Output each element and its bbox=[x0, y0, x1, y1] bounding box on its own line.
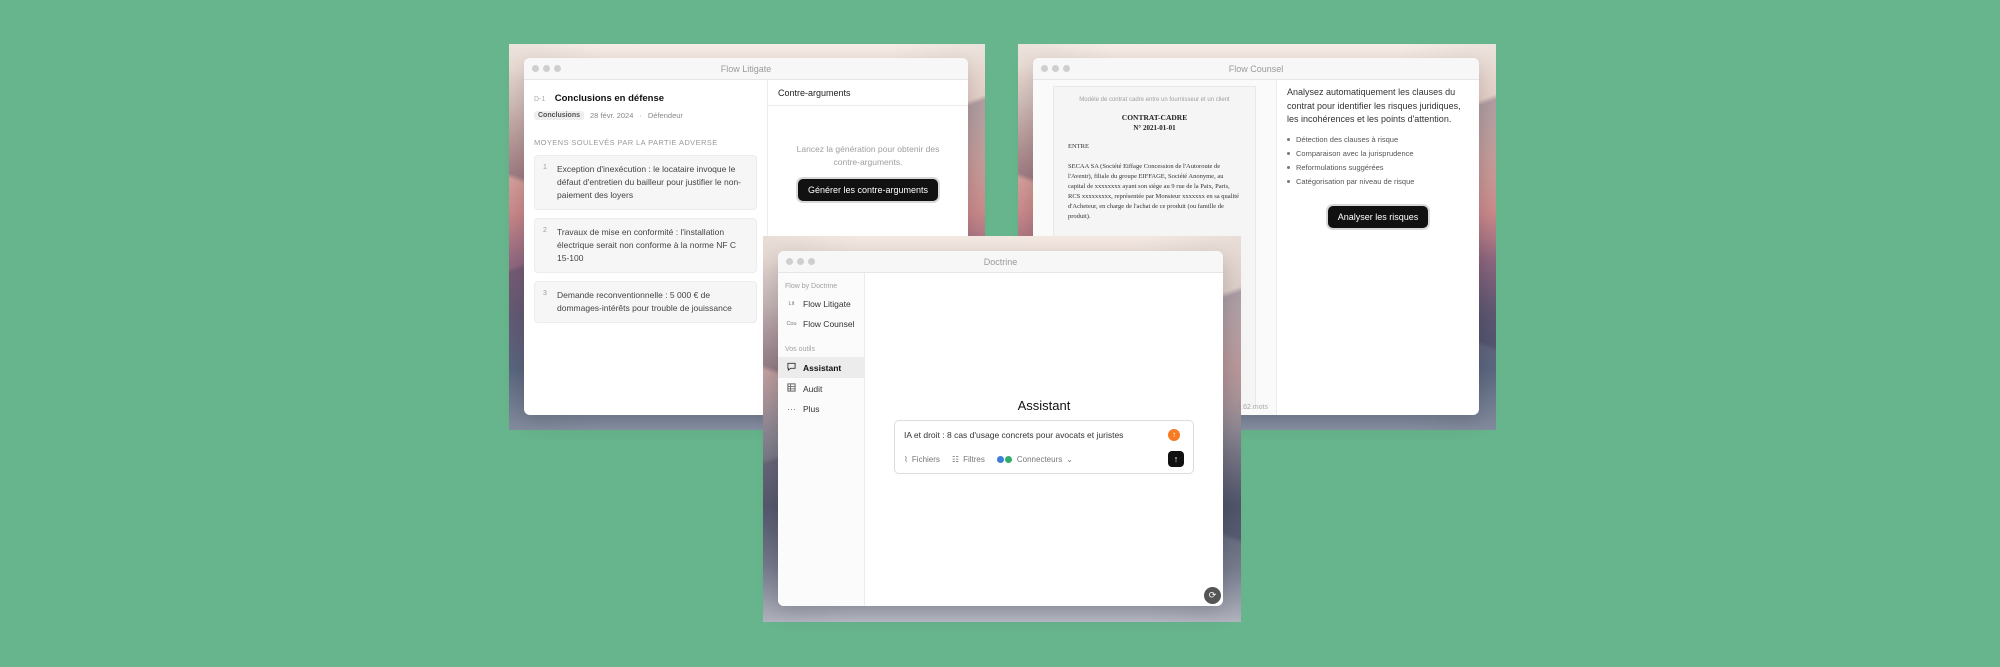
sidebar-item-assistant[interactable]: Assistant bbox=[778, 357, 864, 378]
titlebar: Flow Counsel bbox=[1033, 58, 1479, 80]
doc-tag: Conclusions bbox=[534, 111, 585, 120]
titlebar: Doctrine bbox=[778, 251, 1223, 273]
argument-text: Exception d'inexécution : le locataire i… bbox=[557, 164, 742, 200]
window-controls[interactable] bbox=[778, 258, 815, 265]
minimize-dot[interactable] bbox=[1052, 65, 1059, 72]
more-icon: ··· bbox=[787, 404, 796, 414]
sidebar-item-label: Plus bbox=[803, 404, 820, 414]
argument-card[interactable]: 1 Exception d'inexécution : le locataire… bbox=[534, 155, 757, 210]
bullet-icon bbox=[1287, 165, 1290, 169]
suggestion-badge-icon[interactable]: ↑ bbox=[1168, 429, 1180, 441]
separator: · bbox=[639, 111, 642, 120]
section-title: MOYENS SOULEVÉS PAR LA PARTIE ADVERSE bbox=[534, 138, 718, 147]
panel-title: Contre-arguments bbox=[768, 80, 968, 106]
close-dot[interactable] bbox=[786, 258, 793, 265]
contract-subtitle: Modèle de contrat cadre entre un fournis… bbox=[1079, 97, 1230, 103]
sidebar-section-flow: Flow by Doctrine bbox=[785, 283, 838, 290]
sidebar-item-label: Flow Litigate bbox=[803, 299, 851, 309]
feature-label: Détection des clauses à risque bbox=[1296, 134, 1399, 144]
chat-icon bbox=[786, 362, 797, 373]
feature-label: Catégorisation par niveau de risque bbox=[1296, 176, 1415, 186]
argument-text: Travaux de mise en conformité : l'instal… bbox=[557, 227, 737, 263]
feature-item: Catégorisation par niveau de risque bbox=[1287, 177, 1469, 186]
feature-item: Comparaison avec la jurisprudence bbox=[1287, 149, 1469, 158]
litigate-badge-icon: Lit bbox=[788, 301, 795, 307]
prompt-input[interactable]: IA et droit : 8 cas d'usage concrets pou… bbox=[904, 430, 1123, 440]
connectors-label: Connecteurs bbox=[1016, 455, 1063, 464]
close-dot[interactable] bbox=[532, 65, 539, 72]
generate-counter-arguments-button[interactable]: Générer les contre-arguments bbox=[797, 179, 939, 201]
doc-role: Défendeur bbox=[647, 111, 683, 120]
connectors-button[interactable]: Connecteurs ⌄ bbox=[996, 455, 1073, 464]
argument-number: 2 bbox=[543, 227, 547, 234]
doc-id: D-1 bbox=[534, 96, 546, 103]
sidebar: Flow by Doctrine Lit Flow Litigate Cou F… bbox=[778, 273, 865, 606]
word-count: 62 mots bbox=[1243, 404, 1268, 411]
empty-hint: Lancez la génération pour obtenir des co… bbox=[796, 144, 940, 167]
feature-item: Détection des clauses à risque bbox=[1287, 135, 1469, 144]
contract-number: N° 2021-01-01 bbox=[1133, 124, 1176, 132]
bullet-icon bbox=[1287, 137, 1290, 141]
doc-meta: Conclusions 28 févr. 2024 · Défendeur bbox=[534, 111, 757, 120]
assistant-main: Assistant IA et droit : 8 cas d'usage co… bbox=[865, 273, 1223, 606]
sidebar-section-tools: Vos outils bbox=[785, 346, 815, 353]
bullet-icon bbox=[1287, 151, 1290, 155]
window-controls[interactable] bbox=[1033, 65, 1070, 72]
zoom-dot[interactable] bbox=[808, 258, 815, 265]
doc-title: Conclusions en défense bbox=[554, 93, 665, 104]
table-icon bbox=[786, 383, 797, 394]
counsel-badge-icon: Cou bbox=[786, 321, 797, 327]
zoom-dot[interactable] bbox=[554, 65, 561, 72]
document-panel: D-1 Conclusions en défense Conclusions 2… bbox=[524, 80, 768, 415]
minimize-dot[interactable] bbox=[543, 65, 550, 72]
page-title: Assistant bbox=[1017, 398, 1071, 413]
feature-label: Reformulations suggérées bbox=[1296, 162, 1384, 172]
filters-label: Filtres bbox=[963, 455, 985, 464]
analysis-panel: Analysez automatiquement les clauses du … bbox=[1277, 80, 1479, 415]
argument-number: 3 bbox=[543, 290, 547, 297]
sliders-icon: ☷ bbox=[951, 455, 960, 464]
sidebar-item-audit[interactable]: Audit bbox=[778, 378, 864, 399]
feature-item: Reformulations suggérées bbox=[1287, 163, 1469, 172]
argument-number: 1 bbox=[543, 164, 547, 171]
argument-card[interactable]: 3 Demande reconventionnelle : 5 000 € de… bbox=[534, 281, 757, 323]
analyze-risks-button[interactable]: Analyser les risques bbox=[1327, 205, 1429, 228]
prompt-composer[interactable]: IA et droit : 8 cas d'usage concrets pou… bbox=[894, 420, 1194, 474]
sidebar-item-label: Assistant bbox=[803, 362, 842, 373]
titlebar: Flow Litigate bbox=[524, 58, 968, 80]
sidebar-item-label: Audit bbox=[803, 383, 823, 394]
window-title: Doctrine bbox=[983, 256, 1018, 267]
contract-body: SECAA SA (Société Eiffage Concession de … bbox=[1068, 163, 1239, 220]
paperclip-icon: ⌇ bbox=[904, 455, 908, 464]
window-title: Flow Counsel bbox=[1228, 63, 1284, 74]
contract-between: ENTRE bbox=[1068, 143, 1089, 150]
files-label: Fichiers bbox=[911, 455, 940, 464]
zoom-dot[interactable] bbox=[1063, 65, 1070, 72]
argument-card[interactable]: 2 Travaux de mise en conformité : l'inst… bbox=[534, 218, 757, 273]
refresh-icon[interactable]: ⟳ bbox=[1204, 587, 1221, 604]
analysis-description: Analysez automatiquement les clauses du … bbox=[1287, 87, 1461, 124]
sidebar-item-flow-litigate[interactable]: Lit Flow Litigate bbox=[778, 294, 864, 314]
doc-date: 28 févr. 2024 bbox=[590, 111, 634, 120]
close-dot[interactable] bbox=[1041, 65, 1048, 72]
sidebar-item-label: Flow Counsel bbox=[803, 319, 855, 329]
filters-button[interactable]: ☷ Filtres bbox=[952, 455, 985, 464]
window-title: Flow Litigate bbox=[720, 63, 772, 74]
sidebar-item-flow-counsel[interactable]: Cou Flow Counsel bbox=[778, 314, 864, 334]
composer-tools: ⌇ Fichiers ☷ Filtres Connecteurs ⌄ bbox=[904, 455, 1073, 464]
bullet-icon bbox=[1287, 179, 1290, 183]
contract-heading: CONTRAT-CADRE bbox=[1121, 113, 1188, 122]
send-button[interactable]: ↑ bbox=[1168, 451, 1184, 467]
window-controls[interactable] bbox=[524, 65, 561, 72]
argument-text: Demande reconventionnelle : 5 000 € de d… bbox=[557, 290, 732, 313]
sidebar-item-plus[interactable]: ··· Plus bbox=[778, 399, 864, 419]
connector-logos-icon bbox=[996, 456, 1013, 463]
files-button[interactable]: ⌇ Fichiers bbox=[904, 455, 940, 464]
doctrine-window: Doctrine Flow by Doctrine Lit Flow Litig… bbox=[778, 251, 1223, 606]
feature-list: Détection des clauses à risque Comparais… bbox=[1287, 135, 1469, 186]
minimize-dot[interactable] bbox=[797, 258, 804, 265]
chevron-down-icon: ⌄ bbox=[1066, 455, 1073, 464]
feature-label: Comparaison avec la jurisprudence bbox=[1296, 148, 1414, 158]
